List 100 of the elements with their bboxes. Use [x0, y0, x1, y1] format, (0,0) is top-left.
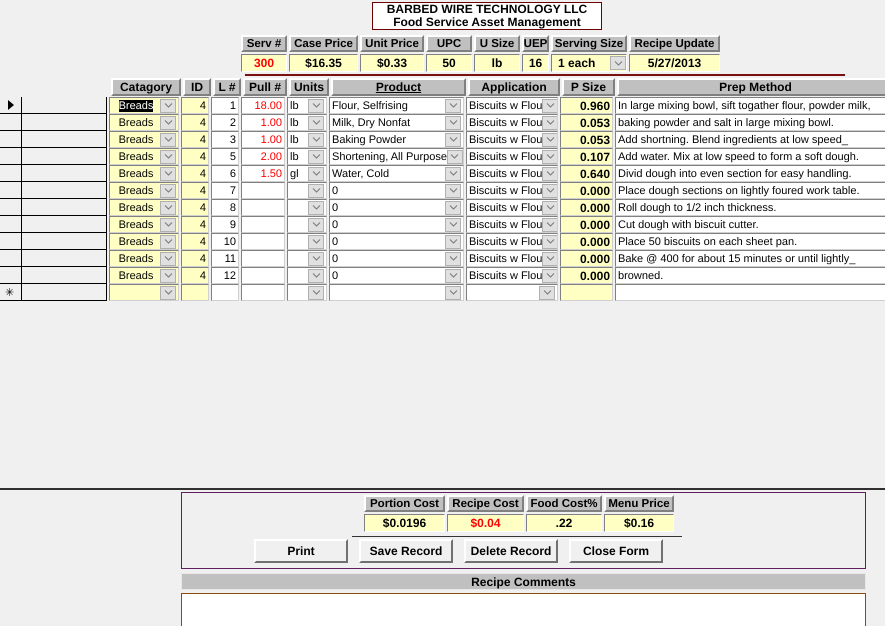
table-cell[interactable]: 0.960	[560, 97, 613, 114]
record-selector[interactable]	[0, 233, 107, 250]
combo-cell[interactable]: Breads	[109, 114, 179, 131]
combo-cell[interactable]: 0	[329, 216, 464, 233]
field-value[interactable]: $16.35	[289, 54, 358, 72]
table-cell[interactable]: Cut dough with biscuit cutter.	[615, 216, 885, 233]
column-header[interactable]: P Size	[562, 78, 615, 96]
table-cell[interactable]: 4	[181, 182, 209, 199]
table-cell[interactable]	[181, 284, 209, 301]
combo-cell[interactable]: Shortening, All Purpose	[329, 148, 464, 165]
combo-cell[interactable]: Breads	[109, 267, 179, 284]
combo-cell[interactable]: Biscuits w Flou	[466, 250, 558, 267]
table-cell[interactable]	[560, 284, 613, 301]
field-value[interactable]: 50	[426, 54, 472, 72]
table-cell[interactable]: 0.053	[560, 114, 613, 131]
table-cell[interactable]: baking powder and salt in large mixing bowl.	[615, 114, 885, 131]
table-cell[interactable]: 8	[211, 199, 239, 216]
table-cell[interactable]: 1.00	[241, 131, 285, 148]
table-cell[interactable]: 0.000	[560, 216, 613, 233]
table-cell[interactable]: 4	[181, 199, 209, 216]
combo-cell[interactable]: Breads	[109, 97, 179, 114]
field-value[interactable]: 16	[522, 54, 549, 72]
column-header[interactable]: L #	[213, 78, 241, 96]
combo-cell[interactable]: Flour, Selfrising	[329, 97, 464, 114]
combo-cell[interactable]: 0	[329, 250, 464, 267]
table-cell[interactable]: 3	[211, 131, 239, 148]
table-cell[interactable]: 5	[211, 148, 239, 165]
combo-cell[interactable]: Biscuits w Flou	[466, 165, 558, 182]
column-header[interactable]: Units	[289, 78, 329, 96]
combo-cell[interactable]: Breads	[109, 216, 179, 233]
combo-cell[interactable]: 0	[329, 199, 464, 216]
field-value[interactable]: lb	[474, 54, 520, 72]
combo-cell[interactable]: Breads	[109, 233, 179, 250]
table-cell[interactable]: 18.00	[241, 97, 285, 114]
table-cell[interactable]: 4	[181, 216, 209, 233]
record-selector[interactable]	[0, 165, 107, 182]
table-cell[interactable]: Roll dough to 1/2 inch thickness.	[615, 199, 885, 216]
column-header[interactable]: Application	[468, 78, 560, 96]
table-cell[interactable]: 4	[181, 250, 209, 267]
combo-cell[interactable]: 0	[329, 267, 464, 284]
record-selector[interactable]	[0, 131, 107, 148]
combo-cell[interactable]: Biscuits w Flou	[466, 233, 558, 250]
combo-cell[interactable]: Biscuits w Flou	[466, 267, 558, 284]
column-header[interactable]: Prep Method	[617, 78, 885, 96]
table-cell[interactable]	[615, 284, 885, 301]
combo-cell[interactable]: lb	[287, 131, 327, 148]
column-header[interactable]: Product	[331, 78, 466, 96]
table-cell[interactable]: Add water. Mix at low speed to form a soft dough.	[615, 148, 885, 165]
combo-cell[interactable]: Biscuits w Flou	[466, 148, 558, 165]
table-cell[interactable]: 12	[211, 267, 239, 284]
table-cell[interactable]: 0.640	[560, 165, 613, 182]
table-cell[interactable]: 6	[211, 165, 239, 182]
combo-cell[interactable]: Water, Cold	[329, 165, 464, 182]
field-value[interactable]: 300	[241, 54, 287, 72]
record-selector[interactable]	[0, 97, 107, 114]
record-selector[interactable]	[0, 148, 107, 165]
table-cell[interactable]: 0.053	[560, 131, 613, 148]
combo-cell[interactable]	[287, 199, 327, 216]
table-cell[interactable]: Add shortning. Blend ingredients at low speed_	[615, 131, 885, 148]
combo-cell[interactable]: Baking Powder	[329, 131, 464, 148]
table-cell[interactable]: browned.	[615, 267, 885, 284]
form-button[interactable]: Save Record	[359, 539, 453, 563]
combo-cell[interactable]	[287, 284, 327, 301]
table-cell[interactable]: 2	[211, 114, 239, 131]
combo-cell[interactable]: Breads	[109, 199, 179, 216]
table-cell[interactable]: 1.00	[241, 114, 285, 131]
table-cell[interactable]	[241, 233, 285, 250]
record-selector[interactable]	[0, 182, 107, 199]
table-cell[interactable]: 9	[211, 216, 239, 233]
table-cell[interactable]	[241, 284, 285, 301]
table-cell[interactable]: Place 50 biscuits on each sheet pan.	[615, 233, 885, 250]
combo-cell[interactable]: lb	[287, 148, 327, 165]
comments-field[interactable]	[181, 593, 866, 626]
table-cell[interactable]	[211, 284, 239, 301]
combo-cell[interactable]: lb	[287, 97, 327, 114]
combo-cell[interactable]: Breads	[109, 148, 179, 165]
form-button[interactable]: Delete Record	[464, 539, 558, 563]
table-cell[interactable]: 0.000	[560, 233, 613, 250]
combo-cell[interactable]: Biscuits w Flou	[466, 216, 558, 233]
table-cell[interactable]	[241, 199, 285, 216]
table-cell[interactable]: 0.000	[560, 182, 613, 199]
combo-cell[interactable]	[287, 182, 327, 199]
table-cell[interactable]: 0.000	[560, 250, 613, 267]
record-selector[interactable]	[0, 250, 107, 267]
table-cell[interactable]: 4	[181, 97, 209, 114]
combo-cell[interactable]	[466, 284, 558, 301]
record-selector[interactable]: ✳	[0, 284, 107, 301]
combo-cell[interactable]	[287, 267, 327, 284]
column-header[interactable]: Pull #	[243, 78, 287, 96]
combo-cell[interactable]: Biscuits w Flou	[466, 97, 558, 114]
table-cell[interactable]: 11	[211, 250, 239, 267]
table-cell[interactable]: 4	[181, 165, 209, 182]
table-cell[interactable]: 1	[211, 97, 239, 114]
table-cell[interactable]	[241, 182, 285, 199]
serving-size-dropdown[interactable]: 1 each	[551, 54, 627, 72]
form-button[interactable]: Print	[254, 539, 348, 563]
table-cell[interactable]	[241, 267, 285, 284]
table-cell[interactable]: 0.107	[560, 148, 613, 165]
table-cell[interactable]: Place dough sections on lightly foured work table.	[615, 182, 885, 199]
combo-cell[interactable]: Biscuits w Flou	[466, 199, 558, 216]
